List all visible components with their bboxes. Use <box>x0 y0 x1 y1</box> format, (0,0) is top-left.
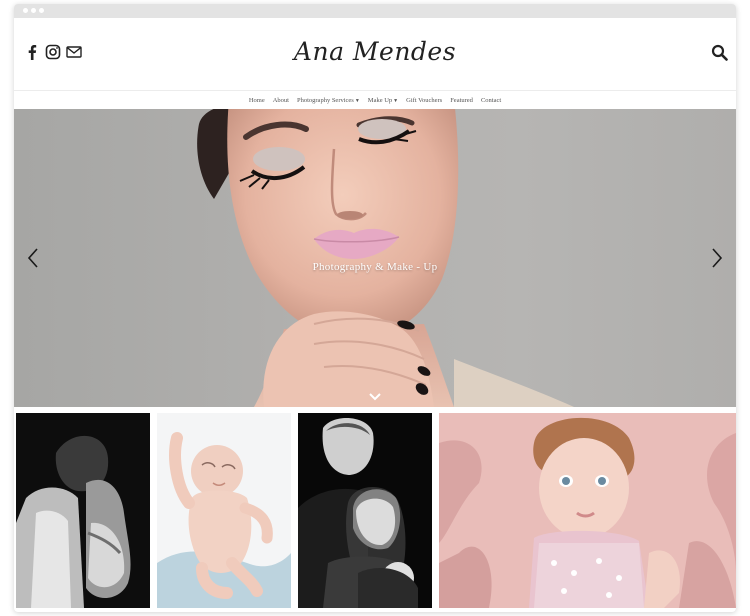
main-nav: Home About Photography Services▼ Make Up… <box>14 91 736 110</box>
hero-slider[interactable]: Photography & Make - Up <box>14 109 736 407</box>
caret-down-icon: ▼ <box>354 98 360 104</box>
hero-portrait-image <box>197 109 574 407</box>
chevron-left-icon[interactable] <box>26 247 40 269</box>
photo-gallery <box>14 413 736 608</box>
search-icon[interactable] <box>711 44 728 61</box>
newborn-baby-photo[interactable] <box>157 413 291 608</box>
nav-contact[interactable]: Contact <box>481 97 501 104</box>
window-title-bar <box>14 4 736 18</box>
nav-gift-vouchers[interactable]: Gift Vouchers <box>406 97 442 104</box>
nav-featured[interactable]: Featured <box>450 97 473 104</box>
nav-about[interactable]: About <box>273 97 289 104</box>
nav-make-up[interactable]: Make Up▼ <box>368 97 398 104</box>
family-portrait-photo[interactable] <box>298 413 432 608</box>
nav-home[interactable]: Home <box>249 97 265 104</box>
nav-make-up-label: Make Up <box>367 96 393 104</box>
caret-down-icon: ▼ <box>393 98 399 104</box>
browser-window: Ana Mendes Home About Photography Servic… <box>14 4 736 612</box>
toddler-portrait-photo[interactable] <box>439 413 736 608</box>
nav-photography-services-label: Photography Services <box>296 96 354 104</box>
nav-photography-services[interactable]: Photography Services▼ <box>297 97 360 104</box>
site-header: Ana Mendes <box>14 18 736 91</box>
hero-caption: Photography & Make - Up <box>312 261 438 273</box>
site-logo[interactable]: Ana Mendes <box>14 37 736 66</box>
chevron-down-icon[interactable] <box>368 389 382 401</box>
window-dots <box>23 8 44 13</box>
maternity-couple-photo[interactable] <box>16 413 150 608</box>
chevron-right-icon[interactable] <box>710 247 724 269</box>
